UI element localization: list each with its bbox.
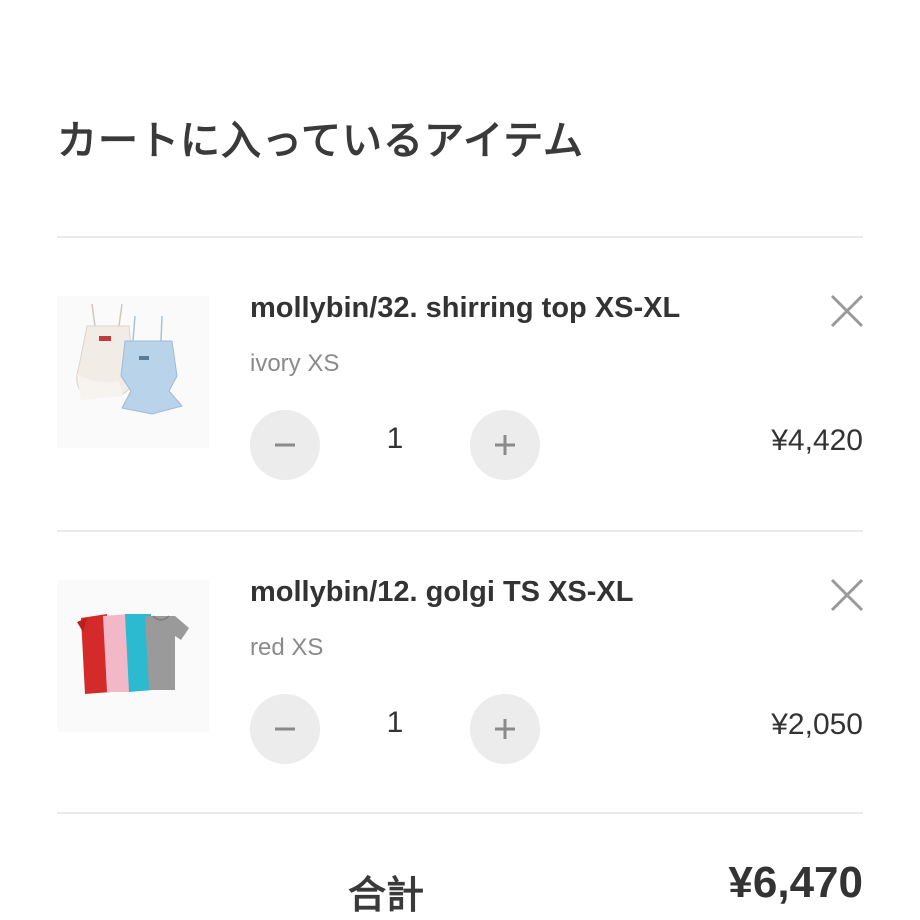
divider — [57, 812, 863, 814]
divider — [57, 236, 863, 238]
item-name[interactable]: mollybin/12. golgi TS XS-XL — [250, 576, 634, 609]
item-price: ¥2,050 — [771, 708, 863, 741]
divider — [57, 530, 863, 532]
plus-icon — [495, 719, 515, 739]
product-image[interactable] — [57, 296, 209, 448]
quantity-value: 1 — [386, 706, 404, 739]
total-value: ¥6,470 — [728, 858, 863, 907]
close-icon — [830, 294, 864, 328]
cart-item: mollybin/32. shirring top XS-XL ivory XS… — [0, 276, 920, 556]
item-variant: ivory XS — [250, 350, 340, 377]
item-name[interactable]: mollybin/32. shirring top XS-XL — [250, 292, 680, 325]
cart-title: カートに入っているアイテム — [57, 118, 584, 164]
remove-item-button[interactable] — [826, 574, 868, 616]
product-image[interactable] — [57, 580, 209, 732]
cart-item: mollybin/12. golgi TS XS-XL red XS 1 ¥2,… — [0, 560, 920, 840]
decrease-quantity-button[interactable] — [250, 410, 320, 480]
decrease-quantity-button[interactable] — [250, 694, 320, 764]
plus-icon — [495, 435, 515, 455]
increase-quantity-button[interactable] — [470, 410, 540, 480]
total-label: 合計 — [348, 873, 425, 917]
minus-icon — [275, 727, 295, 731]
minus-icon — [275, 443, 295, 447]
close-icon — [830, 578, 864, 612]
quantity-value: 1 — [386, 422, 404, 455]
item-variant: red XS — [250, 634, 324, 661]
increase-quantity-button[interactable] — [470, 694, 540, 764]
item-price: ¥4,420 — [771, 424, 863, 457]
remove-item-button[interactable] — [826, 290, 868, 332]
